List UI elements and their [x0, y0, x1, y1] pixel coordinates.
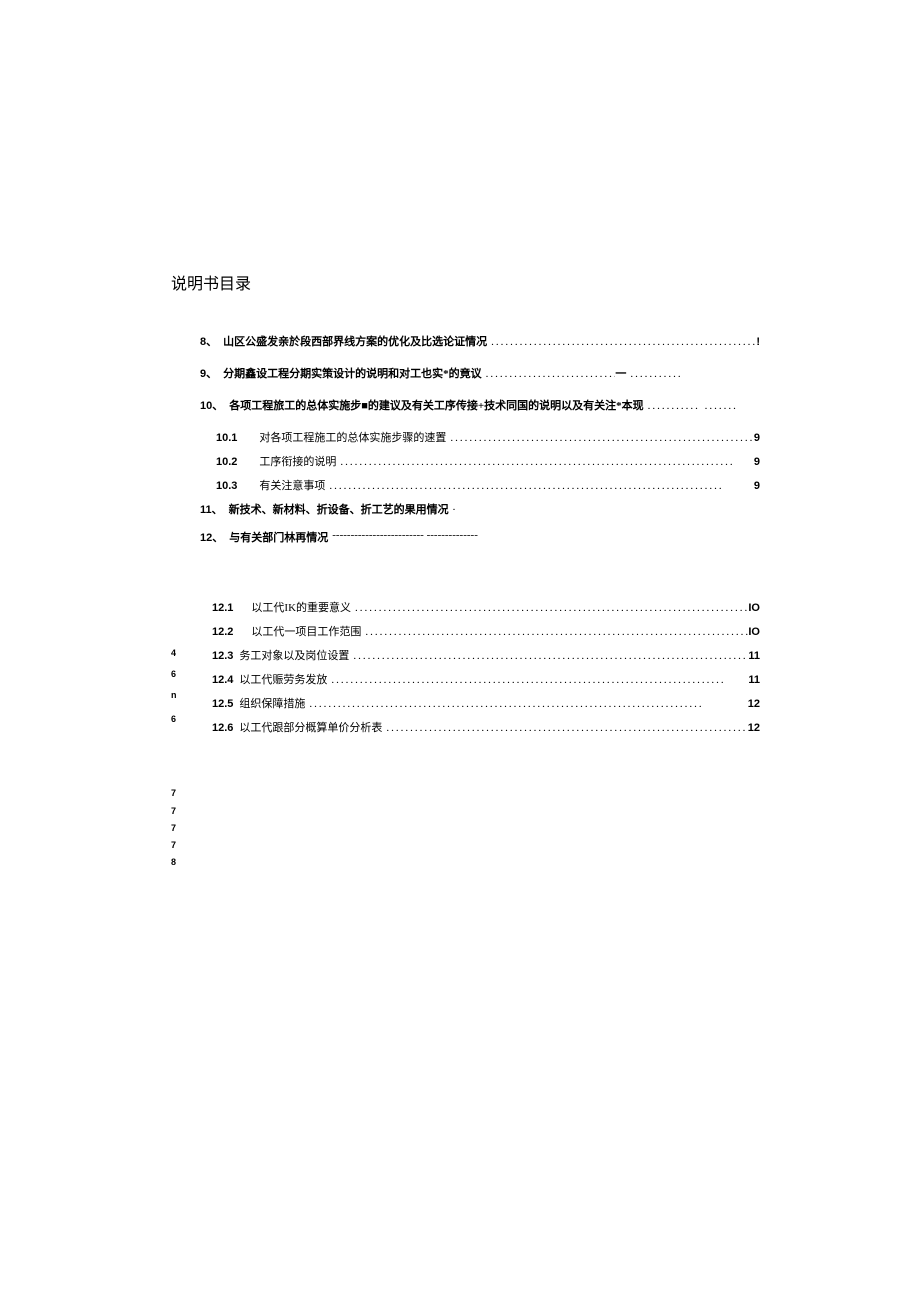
left-margin-num: 7: [171, 806, 176, 816]
toc-dots: ................................: [482, 368, 616, 380]
toc-label: 务工对象以及岗位设置: [239, 647, 349, 663]
toc-entry-10-1: 10.1 对各项工程施工的总体实施步骤的速置 .................…: [200, 429, 760, 445]
toc-dots: ........................................…: [336, 456, 753, 468]
toc-num: 10.1: [216, 432, 237, 444]
toc-dots: ........................................…: [487, 336, 756, 348]
toc-label: 工序衔接的说明: [259, 453, 336, 469]
toc-dots: ................: [449, 501, 457, 517]
left-margin-num: n: [171, 690, 177, 700]
toc-entry-12-3: 12.3 务工对象以及岗位设置 ........................…: [200, 647, 760, 663]
toc-label: 各项工程旅工的总体实施步■的建议及有关工序传接+技术同国的说明以及有关注*本现: [229, 397, 643, 413]
left-margin-num: 7: [171, 823, 176, 833]
toc-dots: ........................................…: [361, 626, 748, 638]
toc-num: 11、: [200, 501, 223, 517]
toc-entry-12-2: 12.2 以工代一项目工作范围 ........................…: [200, 623, 760, 639]
toc-label: 组织保障措施: [239, 695, 305, 711]
toc-page: !: [756, 336, 760, 348]
left-margin-num: 7: [171, 840, 176, 850]
left-margin-num: 6: [171, 669, 176, 679]
toc-dash-mark: 一: [615, 365, 626, 381]
toc-dots: ........................................…: [325, 480, 753, 492]
toc-dots: ........... .......: [644, 400, 760, 412]
toc-container: 8、 山区公盛发亲於段西部界线方案的优化及比选论证情况 ............…: [200, 333, 760, 743]
toc-entry-10: 10、 各项工程旅工的总体实施步■的建议及有关工序传接+技术同国的说明以及有关注…: [200, 397, 760, 413]
left-margin-num: 7: [171, 788, 176, 798]
toc-num: 12、: [200, 529, 223, 545]
toc-dashes: ------------------------- --------------: [328, 529, 478, 545]
toc-num: 12.3: [212, 650, 233, 662]
toc-num: 10.2: [216, 456, 237, 468]
toc-entry-10-3: 10.3 有关注意事项 ............................…: [200, 477, 760, 493]
toc-label: 以工代赈劳务发放: [239, 671, 327, 687]
toc-num: 12.1: [212, 602, 233, 614]
toc-page: IO: [748, 602, 760, 614]
toc-dots: ........................................…: [349, 650, 748, 662]
page-title: 说明书目录: [171, 270, 251, 294]
toc-label: 分期鑫设工程分期实策设计的说明和对工也实*的竟议: [223, 365, 482, 381]
toc-num: 12.6: [212, 722, 233, 734]
toc-label: 与有关部门林再情况: [229, 529, 328, 545]
toc-num: 12.5: [212, 698, 233, 710]
toc-num: 9、: [200, 365, 217, 381]
toc-label: 对各项工程施工的总体实施步骤的速置: [259, 429, 446, 445]
toc-dots: ........................................…: [382, 722, 747, 734]
toc-label: 以工代跟部分概算单价分析表: [239, 719, 382, 735]
toc-label: 以工代IK的重要意义: [251, 599, 351, 615]
toc-entry-8: 8、 山区公盛发亲於段西部界线方案的优化及比选论证情况 ............…: [200, 333, 760, 349]
toc-entry-12-5: 12.5 组织保障措施 ............................…: [200, 695, 760, 711]
toc-page: 12: [748, 722, 760, 734]
toc-entry-11: 11、 新技术、新材料、折设备、折工艺的果用情况 ...............…: [200, 501, 760, 517]
toc-dots: ........................................…: [446, 432, 753, 444]
toc-label: 以工代一项目工作范围: [251, 623, 361, 639]
toc-entry-12: 12、 与有关部门林再情况 ------------------------- …: [200, 529, 760, 545]
toc-entry-12-1: 12.1 以工代IK的重要意义 ........................…: [200, 599, 760, 615]
toc-dots: ........................................…: [351, 602, 748, 614]
left-margin-num: 8: [171, 857, 176, 867]
toc-num: 12.2: [212, 626, 233, 638]
toc-num: 8、: [200, 333, 217, 349]
toc-page: 9: [754, 480, 760, 492]
toc-dots: ........................................…: [327, 674, 748, 686]
toc-num: 12.4: [212, 674, 233, 686]
toc-page: 11: [748, 650, 760, 662]
toc-entry-12-4: 12.4 以工代赈劳务发放 ..........................…: [200, 671, 760, 687]
toc-page: 12: [748, 698, 760, 710]
left-margin-num: 4: [171, 648, 176, 658]
toc-dots: ...........: [626, 368, 760, 380]
left-margin-num: 6: [171, 714, 176, 724]
toc-page: 11: [748, 674, 760, 686]
toc-entry-10-2: 10.2 工序衔接的说明 ...........................…: [200, 453, 760, 469]
toc-dots: ........................................…: [305, 698, 747, 710]
toc-num: 10.3: [216, 480, 237, 492]
toc-label: 新技术、新材料、折设备、折工艺的果用情况: [229, 501, 449, 517]
toc-num: 10、: [200, 397, 223, 413]
toc-page: 9: [754, 456, 760, 468]
toc-page: IO: [748, 626, 760, 638]
toc-entry-9: 9、 分期鑫设工程分期实策设计的说明和对工也实*的竟议 ............…: [200, 365, 760, 381]
toc-label: 有关注意事项: [259, 477, 325, 493]
toc-label: 山区公盛发亲於段西部界线方案的优化及比选论证情况: [223, 333, 487, 349]
toc-entry-12-6: 12.6 以工代跟部分概算单价分析表 .....................…: [200, 719, 760, 735]
toc-page: 9: [754, 432, 760, 444]
